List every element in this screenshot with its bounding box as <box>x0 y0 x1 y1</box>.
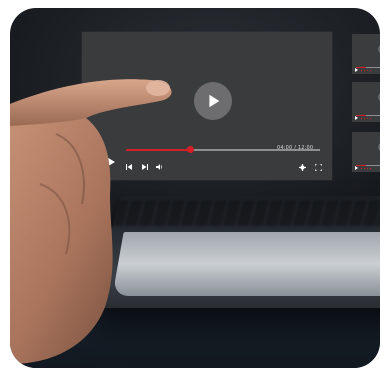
settings-button[interactable] <box>299 164 306 171</box>
fullscreen-button[interactable] <box>315 164 322 171</box>
thumbnail-controls <box>361 118 371 119</box>
video-thumbnail[interactable] <box>352 34 380 74</box>
thumbnail-play-icon <box>378 142 380 152</box>
gear-icon <box>299 164 306 171</box>
video-thumbnail[interactable] <box>352 82 380 122</box>
thumbnail-progress <box>356 165 380 166</box>
thumbnail-progress <box>356 67 380 68</box>
thumbnail-play-icon <box>378 92 380 102</box>
thumbnail-controls <box>361 70 371 71</box>
fullscreen-icon <box>315 164 322 171</box>
thumbnail-control-play-icon <box>355 166 358 170</box>
time-display: 04:00 / 12:00 <box>277 145 314 151</box>
thumbnail-control-play-icon <box>355 116 358 120</box>
thumbnail-controls <box>361 168 371 169</box>
pointing-hand <box>10 79 172 364</box>
thumbnail-control-play-icon <box>355 68 358 72</box>
photo-frame: 04:00 / 12:00 <box>10 8 380 368</box>
thumbnail-progress <box>356 115 380 116</box>
video-thumbnail[interactable] <box>352 132 380 172</box>
thumbnail-play-icon <box>378 44 380 54</box>
